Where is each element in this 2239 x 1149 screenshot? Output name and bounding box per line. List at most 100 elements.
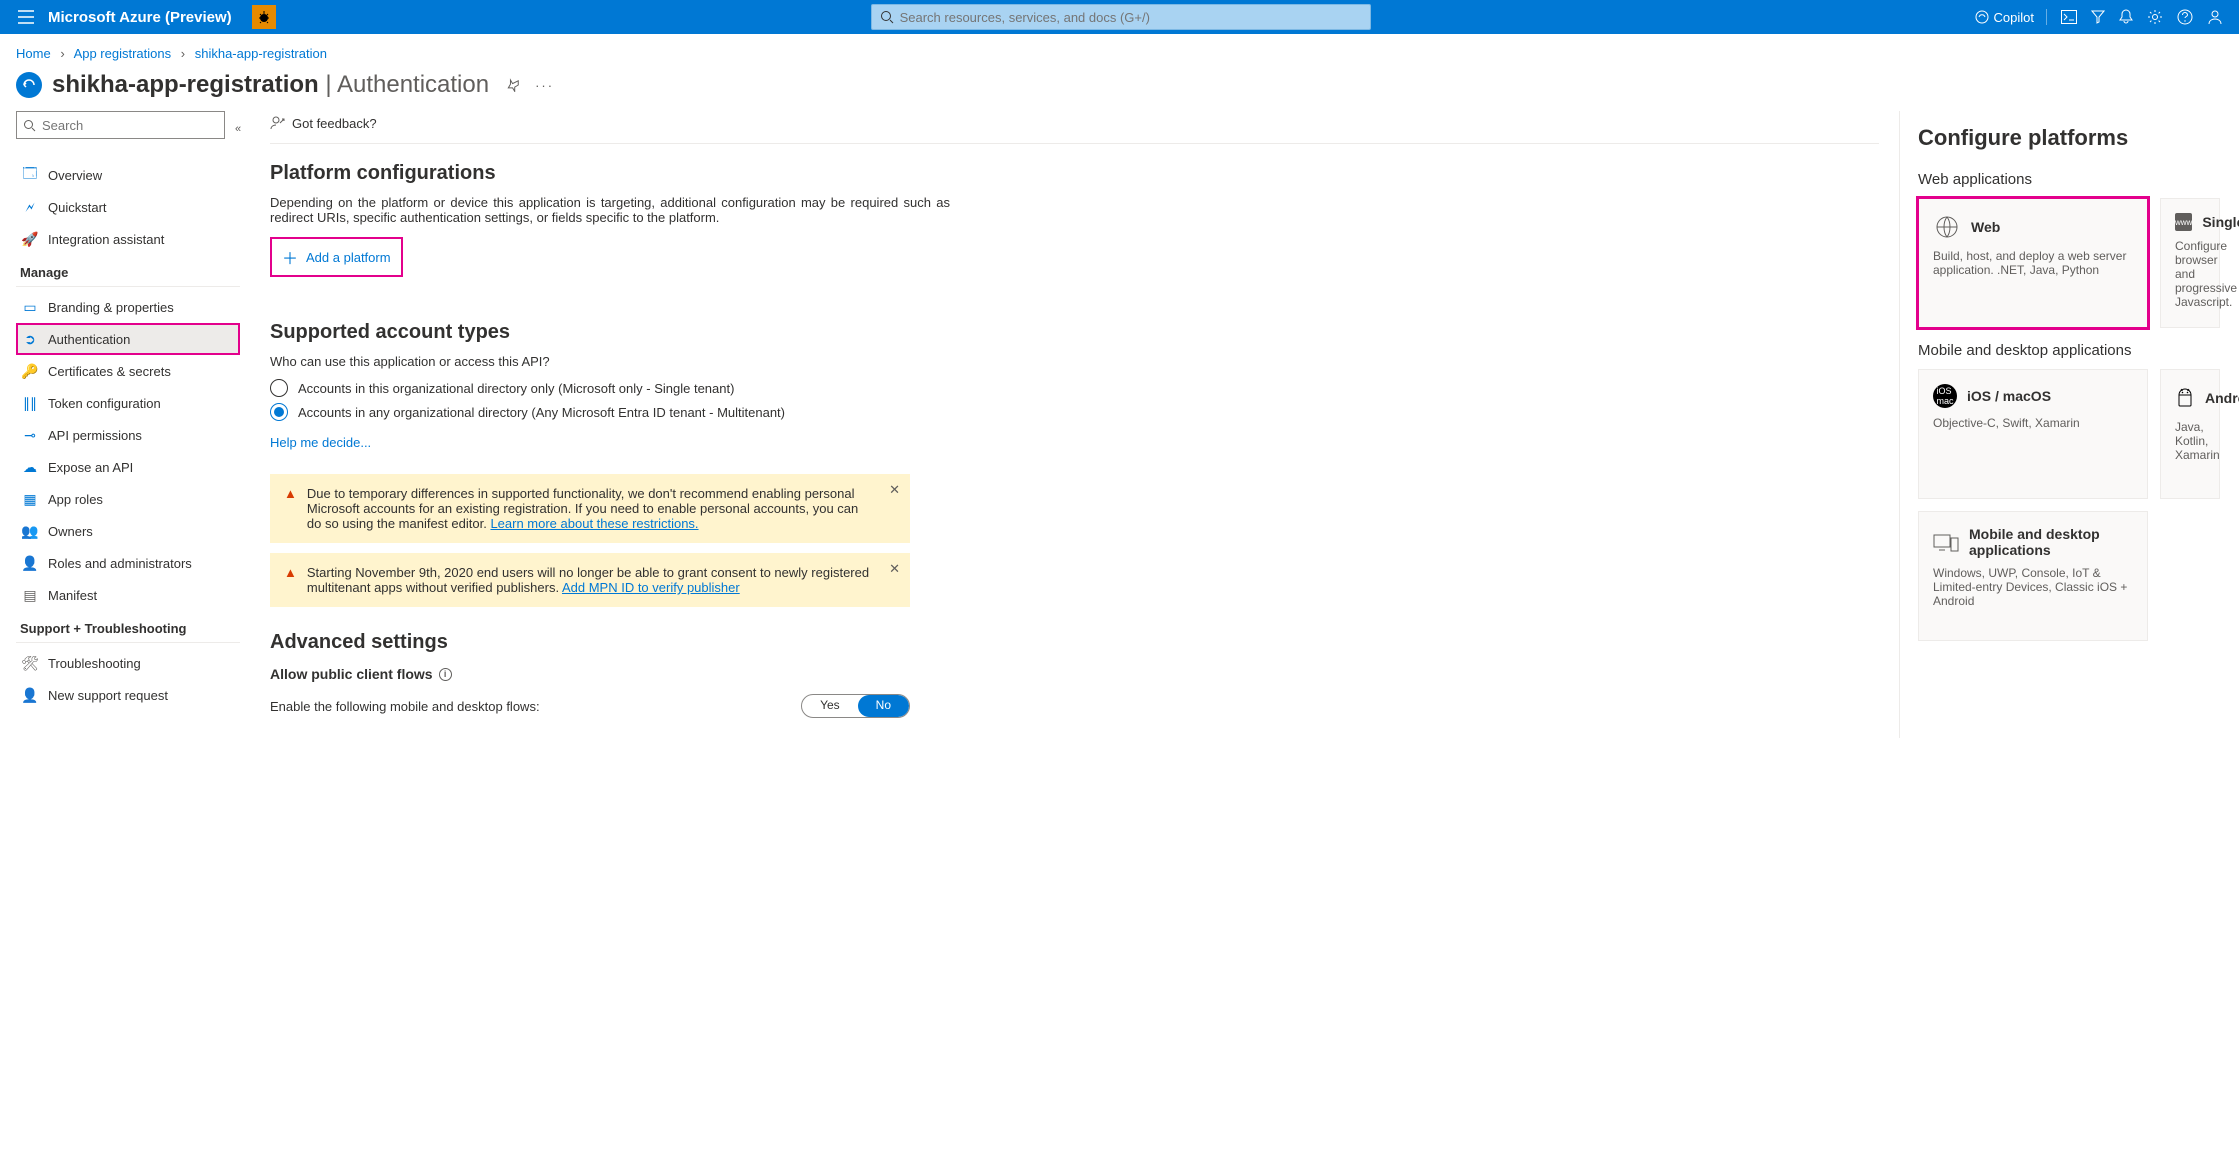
sidebar-item-label: Manifest	[48, 588, 97, 603]
info-icon[interactable]: i	[439, 668, 452, 681]
got-feedback-button[interactable]: Got feedback?	[270, 115, 377, 131]
android-icon	[2175, 384, 2195, 412]
supported-types-heading: Supported account types	[270, 321, 1879, 344]
sidebar-item-new-support-request[interactable]: 👤New support request	[16, 679, 240, 711]
advanced-settings-heading: Advanced settings	[270, 631, 1879, 654]
sidebar-search[interactable]	[16, 111, 225, 139]
search-icon	[23, 119, 36, 132]
sidebar-item-troubleshooting[interactable]: 🛠Troubleshooting	[16, 647, 240, 679]
radio-single-tenant[interactable]: Accounts in this organizational director…	[270, 379, 1879, 397]
nav-icon: ▭	[22, 299, 38, 315]
help-me-decide-link[interactable]: Help me decide...	[270, 435, 371, 450]
public-flows-toggle[interactable]: Yes No	[801, 694, 910, 718]
sidebar-search-input[interactable]	[36, 118, 218, 133]
breadcrumb-current[interactable]: shikha-app-registration	[195, 46, 327, 61]
sidebar-item-app-roles[interactable]: ▦App roles	[16, 483, 240, 515]
help-icon[interactable]	[2177, 9, 2193, 25]
nav-icon: ☁	[22, 459, 38, 475]
feedback-person-icon[interactable]	[2207, 9, 2223, 25]
radio-multi-tenant[interactable]: Accounts in any organizational directory…	[270, 403, 1879, 421]
radio-icon	[270, 379, 288, 397]
sidebar-item-label: App roles	[48, 492, 103, 507]
notifications-bell-icon[interactable]	[2119, 9, 2133, 25]
platform-card-android[interactable]: Android Java, Kotlin, Xamarin	[2160, 369, 2220, 499]
enable-flows-label: Enable the following mobile and desktop …	[270, 699, 540, 714]
learn-restrictions-link[interactable]: Learn more about these restrictions.	[490, 516, 698, 531]
global-search-input[interactable]	[894, 10, 1362, 25]
sidebar-item-label: Overview	[48, 168, 102, 183]
panel-section-mobile: Mobile and desktop applications	[1918, 342, 2239, 359]
sidebar-item-expose-an-api[interactable]: ☁Expose an API	[16, 451, 240, 483]
sidebar-item-certificates-secrets[interactable]: 🔑 Certificates & secrets	[16, 355, 240, 387]
app-icon	[16, 72, 42, 98]
sidebar: « 🗔 Overview 🗲 Quickstart 🚀Integration assis…	[0, 111, 250, 738]
ios-icon: iOSmac	[1933, 384, 1957, 408]
global-search[interactable]	[871, 4, 1371, 30]
www-icon: www	[2175, 213, 2192, 231]
nav-icon: ▤	[22, 587, 38, 603]
sidebar-item-label: Certificates & secrets	[48, 364, 171, 379]
sidebar-item-label: Roles and administrators	[48, 556, 192, 571]
page-title-row: shikha-app-registration | Authentication…	[0, 65, 2239, 111]
platform-config-desc: Depending on the platform or device this…	[270, 195, 950, 225]
platform-card-web[interactable]: Web Build, host, and deploy a web server…	[1918, 198, 2148, 328]
platform-card-spa[interactable]: www Single Configure browser and progres…	[2160, 198, 2220, 328]
warning-icon: ▲	[284, 565, 297, 595]
sidebar-item-quickstart[interactable]: 🗲 Quickstart	[16, 191, 240, 223]
nav-icon: 👤	[22, 687, 38, 703]
nav-icon: 🔑	[22, 363, 38, 379]
panel-section-web: Web applications	[1918, 171, 2239, 188]
sidebar-item-label: Quickstart	[48, 200, 107, 215]
topbar: Microsoft Azure (Preview) Copilot	[0, 0, 2239, 34]
feedback-icon	[270, 115, 286, 131]
nav-icon: ⊸	[22, 427, 38, 443]
toggle-yes[interactable]: Yes	[802, 695, 858, 717]
sidebar-item-roles-and-administrators[interactable]: 👤 Roles and administrators	[16, 547, 240, 579]
sidebar-item-label: API permissions	[48, 428, 142, 443]
platform-card-desktop[interactable]: Mobile and desktop applications Windows,…	[1918, 511, 2148, 641]
add-mpn-link[interactable]: Add MPN ID to verify publisher	[562, 580, 740, 595]
nav-icon: 👤	[22, 555, 38, 571]
platform-config-heading: Platform configurations	[270, 162, 1879, 185]
sidebar-item-authentication[interactable]: ➲Authentication	[16, 323, 240, 355]
copilot-button[interactable]: Copilot	[1974, 9, 2047, 25]
notifications-filter-icon[interactable]	[2091, 10, 2105, 24]
alert-personal-accounts: ▲ Due to temporary differences in suppor…	[270, 474, 910, 543]
nav-icon: 👥	[22, 523, 38, 539]
configure-platforms-panel: Configure platforms Web applications Web…	[1899, 111, 2239, 738]
sidebar-item-owners[interactable]: 👥Owners	[16, 515, 240, 547]
more-icon[interactable]: ···	[535, 78, 554, 93]
collapse-sidebar-icon[interactable]: «	[235, 123, 241, 135]
sidebar-section-support: Support + Troubleshooting	[16, 611, 240, 643]
allow-public-flows-label: Allow public client flows i	[270, 666, 1879, 682]
breadcrumb: Home › App registrations › shikha-app-re…	[0, 34, 2239, 65]
breadcrumb-app-registrations[interactable]: App registrations	[74, 46, 172, 61]
nav-icon: 🗲	[22, 199, 38, 215]
platform-card-ios[interactable]: iOSmac iOS / macOS Objective-C, Swift, X…	[1918, 369, 2148, 499]
settings-gear-icon[interactable]	[2147, 9, 2163, 25]
nav-icon: 🗔	[22, 167, 38, 183]
globe-icon	[1933, 213, 1961, 241]
sidebar-item-label: Integration assistant	[48, 232, 164, 247]
plus-icon: ＋	[282, 245, 298, 269]
sidebar-item-manifest[interactable]: ▤ Manifest	[16, 579, 240, 611]
sidebar-item-label: Branding & properties	[48, 300, 174, 315]
sidebar-item-overview[interactable]: 🗔 Overview	[16, 159, 240, 191]
preview-bug-icon[interactable]	[252, 5, 276, 29]
supported-types-question: Who can use this application or access t…	[270, 354, 1879, 369]
sidebar-item-branding-properties[interactable]: ▭ Branding & properties	[16, 291, 240, 323]
sidebar-item-api-permissions[interactable]: ⊸ API permissions	[16, 419, 240, 451]
close-icon[interactable]: ✕	[889, 561, 900, 577]
sidebar-item-integration-assistant[interactable]: 🚀Integration assistant	[16, 223, 240, 255]
panel-title: Configure platforms	[1918, 125, 2239, 151]
hamburger-icon[interactable]	[8, 10, 44, 24]
sidebar-item-token-configuration[interactable]: ∥∥Token configuration	[16, 387, 240, 419]
cloud-shell-icon[interactable]	[2061, 10, 2077, 24]
toggle-no[interactable]: No	[858, 695, 909, 717]
pin-icon[interactable]	[507, 78, 521, 93]
brand-title: Microsoft Azure (Preview)	[44, 9, 244, 26]
nav-icon: 🛠	[22, 655, 38, 671]
add-platform-button[interactable]: ＋ Add a platform	[270, 237, 403, 277]
breadcrumb-home[interactable]: Home	[16, 46, 51, 61]
close-icon[interactable]: ✕	[889, 482, 900, 498]
